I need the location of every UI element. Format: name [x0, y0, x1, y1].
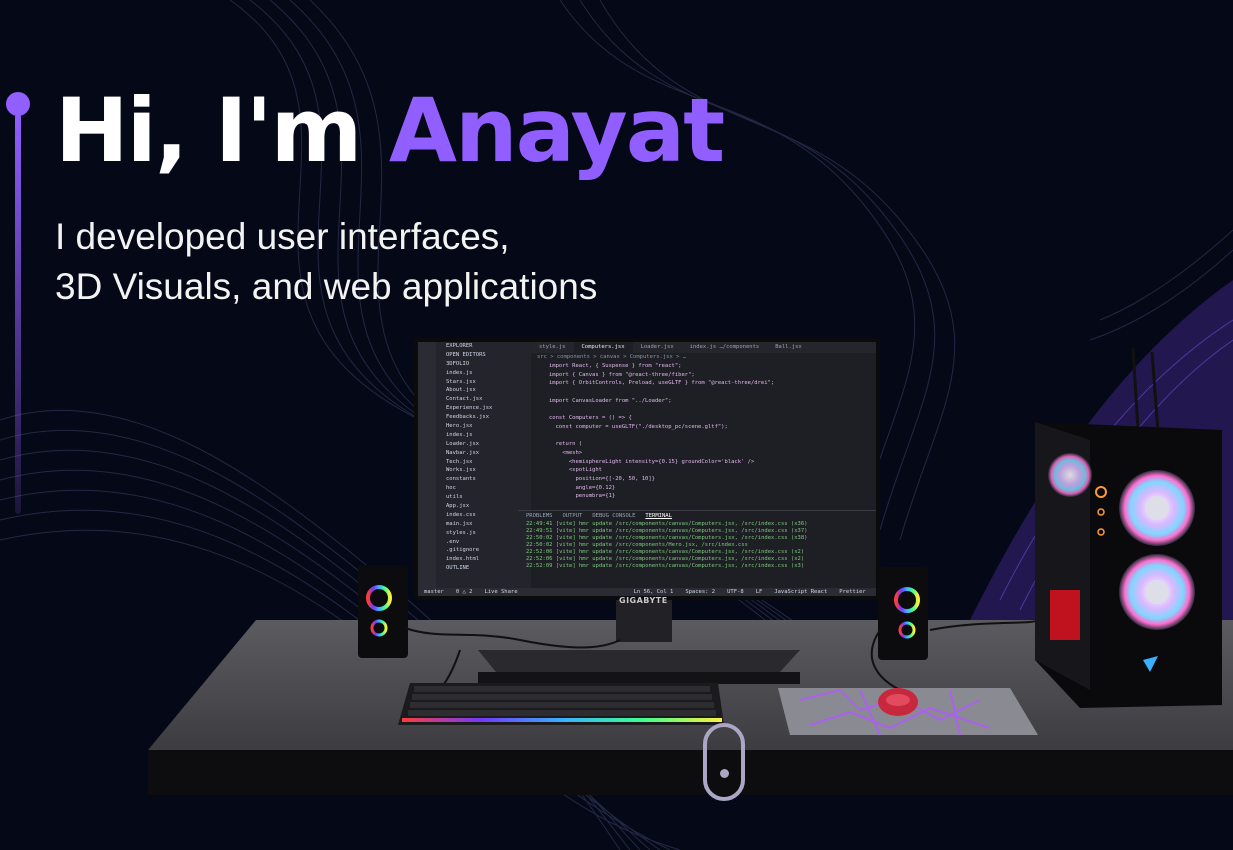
explorer-item: index.css — [446, 511, 476, 518]
editor-terminal-panel: PROBLEMS OUTPUT DEBUG CONSOLE TERMINAL 22:4… — [518, 510, 876, 588]
editor-tab: style.js — [539, 344, 566, 350]
editor-activity-bar — [418, 342, 436, 596]
keyboard — [398, 683, 724, 725]
terminal-line: 22:52:06 [vite] hmr update /src/componen… — [526, 549, 805, 555]
panel-tab: PROBLEMS — [526, 513, 553, 519]
code-line: <spotLight — [549, 467, 602, 474]
status-item: LF — [755, 589, 763, 595]
explorer-item: .env — [446, 538, 460, 545]
code-line: import CanvasLoader from "../Loader"; — [549, 397, 672, 404]
scroll-dot-icon — [720, 769, 729, 778]
explorer-item: styles.js — [446, 529, 476, 536]
terminal-line: 22:49:51 [vite] hmr update /src/componen… — [526, 528, 808, 534]
explorer-item: Works.jsx — [446, 467, 476, 474]
explorer-item: utils — [446, 494, 463, 501]
code-line: return ( — [549, 441, 583, 448]
panel-tabs: PROBLEMS OUTPUT DEBUG CONSOLE TERMINAL — [518, 511, 876, 521]
explorer-item: Hero.jsx — [446, 423, 473, 430]
terminal-line: 22:49:41 [vite] hmr update /src/componen… — [526, 521, 808, 527]
mouse — [878, 688, 918, 716]
editor-status-bar: master 0 △ 2 Live Share Ln 56, Col 1 Spaces:… — [418, 588, 876, 596]
explorer-item: About.jsx — [446, 387, 476, 394]
status-item: JavaScript React — [774, 589, 828, 595]
terminal-line: 22:52:06 [vite] hmr update /src/componen… — [526, 556, 805, 562]
explorer-item: Experience.jsx — [446, 405, 493, 412]
explorer-item: Stars.jsx — [446, 378, 476, 385]
terminal-line: 22:50:02 [vite] hmr update /src/componen… — [526, 542, 748, 548]
monitor-screen-code-editor: EXPLORER OPEN EDITORS 3DFOLIO index.js S… — [418, 342, 876, 596]
code-line: const Computers = () => { — [549, 415, 632, 422]
code-line: import { OrbitControls, Preload, useGLTF… — [549, 380, 775, 387]
editor-tab: Loader.jsx — [640, 344, 674, 350]
explorer-item: 3DFOLIO — [446, 360, 470, 367]
explorer-item: Loader.jsx — [446, 440, 480, 447]
panel-tab-active: TERMINAL — [645, 513, 672, 519]
explorer-item: main.jsx — [446, 520, 473, 527]
editor-tab-active: Computers.jsx — [573, 342, 633, 353]
explorer-item: index.html — [446, 556, 480, 563]
explorer-item: Navbar.jsx — [446, 449, 480, 456]
status-item: Live Share — [484, 589, 518, 595]
panel-tab: OUTPUT — [562, 513, 583, 519]
editor-tab: index.js …/components — [689, 344, 760, 350]
terminal-line: 22:50:02 [vite] hmr update /src/componen… — [526, 535, 808, 541]
terminal-line: 22:52:09 [vite] hmr update /src/componen… — [526, 563, 805, 569]
monitor-brand-label: GIGABYTE — [619, 596, 668, 605]
explorer-item: App.jsx — [446, 503, 470, 510]
explorer-item: OPEN EDITORS — [446, 351, 486, 358]
pc-tower — [1035, 347, 1222, 708]
status-item: Ln 56, Col 1 — [633, 589, 674, 595]
explorer-item: index.js — [446, 369, 473, 376]
editor-explorer: EXPLORER OPEN EDITORS 3DFOLIO index.js S… — [436, 342, 531, 588]
scroll-down-indicator[interactable] — [703, 723, 745, 801]
explorer-item: .gitignore — [446, 547, 480, 554]
panel-tab: DEBUG CONSOLE — [592, 513, 636, 519]
status-item: UTF-8 — [727, 589, 744, 595]
right-speaker — [878, 567, 928, 660]
explorer-item: EXPLORER — [446, 343, 473, 349]
explorer-item: Contact.jsx — [446, 396, 483, 403]
explorer-item: Feedbacks.jsx — [446, 414, 490, 421]
status-item: Spaces: 2 — [685, 589, 716, 595]
code-line: import { Canvas } from "@react-three/fib… — [549, 371, 695, 378]
editor-breadcrumb: src > components > canvas > Computers.js… — [537, 354, 687, 360]
explorer-item: hoc — [446, 485, 456, 492]
editor-code: import React, { Suspense } from "react";… — [531, 362, 861, 508]
code-line: <mesh> — [549, 449, 583, 456]
code-line: angle={0.12} — [549, 484, 616, 491]
explorer-item: Tech.jsx — [446, 458, 473, 465]
terminal-log: 22:49:41 [vite] hmr update /src/componen… — [518, 521, 876, 570]
left-speaker — [358, 565, 408, 658]
status-item: master — [424, 589, 444, 595]
code-line: position={[-20, 50, 10]} — [549, 475, 655, 482]
explorer-item: constants — [446, 476, 476, 483]
status-item: 0 △ 2 — [455, 589, 473, 595]
code-line: penumbra={1} — [549, 493, 616, 500]
code-line: <hemisphereLight intensity={0.15} ground… — [549, 458, 755, 465]
editor-tab: Ball.jsx — [775, 344, 802, 350]
editor-tabs: style.js Computers.jsx Loader.jsx index.js … — [531, 342, 876, 353]
status-item: Prettier — [839, 589, 866, 595]
code-line: import React, { Suspense } from "react"; — [549, 363, 682, 369]
code-line: const computer = useGLTF("./desktop_pc/s… — [549, 423, 728, 430]
explorer-item: OUTLINE — [446, 565, 470, 572]
explorer-item: index.js — [446, 431, 473, 438]
